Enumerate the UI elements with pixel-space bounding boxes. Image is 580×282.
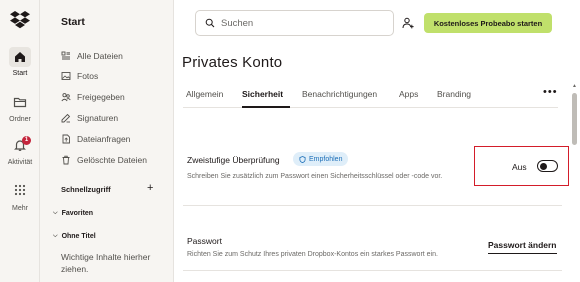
tab-sicherheit[interactable]: Sicherheit (242, 89, 283, 99)
password-title: Passwort (187, 236, 222, 246)
file-request-icon (62, 134, 70, 144)
sidebar-item-dateianfragen[interactable]: Dateianfragen (61, 132, 130, 146)
scroll-up-arrow-icon[interactable]: ▲ (572, 83, 577, 89)
password-description: Richten Sie zum Schutz Ihres privaten Dr… (187, 251, 438, 258)
two-step-toggle[interactable] (537, 160, 558, 172)
start-trial-button[interactable]: Kostenloses Probeabo starten (424, 13, 552, 33)
favorites-toggle[interactable]: ⌵ Favoriten (53, 210, 93, 217)
change-password-button[interactable]: Passwort ändern (488, 240, 557, 254)
sidebar-item-label: Dateianfragen (77, 134, 131, 144)
tab-benachrichtigungen[interactable]: Benachrichtigungen (302, 89, 377, 99)
drop-hint: Wichtige Inhalte hierher ziehen. (61, 252, 151, 274)
recommended-badge-label: Empfohlen (309, 155, 343, 163)
sidebar-item-label: Signaturen (77, 113, 119, 123)
rail-label-mehr: Mehr (12, 205, 28, 212)
tab-apps[interactable]: Apps (399, 89, 418, 99)
trash-icon (62, 155, 70, 165)
shield-icon (299, 155, 306, 163)
dropbox-logo-icon[interactable] (10, 9, 30, 29)
search-icon (205, 18, 215, 28)
recommended-badge: Empfohlen (293, 152, 349, 166)
sidebar-item-label: Alle Dateien (77, 51, 123, 61)
rail-item-mehr[interactable]: Mehr (0, 184, 40, 212)
untitled-label: Ohne Titel (61, 233, 96, 240)
home-icon (9, 47, 31, 67)
sidebar-item-geloeschte-dateien[interactable]: Gelöschte Dateien (61, 153, 147, 167)
rail-label-aktivitaet: Aktivität (7, 159, 33, 166)
search-box[interactable] (195, 10, 394, 36)
notification-badge: 1 (22, 136, 31, 145)
folder-icon (13, 95, 27, 109)
active-tab-indicator (242, 106, 290, 108)
sidebar-item-label: Freigegeben (77, 92, 125, 102)
scrollbar-thumb[interactable] (572, 93, 577, 145)
sidebar-item-freigegeben[interactable]: Freigegeben (61, 90, 125, 104)
files-icon (61, 51, 70, 60)
sidebar-title: Start (61, 16, 85, 28)
rail-item-ordner[interactable]: Ordner (0, 95, 40, 123)
add-person-icon[interactable] (402, 17, 414, 29)
app-rail: Start Ordner 1 Aktivität Mehr (0, 0, 40, 282)
favorites-label: Favoriten (61, 210, 94, 217)
sidebar-item-alle-dateien[interactable]: Alle Dateien (61, 49, 123, 63)
sidebar-item-fotos[interactable]: Fotos (61, 69, 98, 83)
sidebar-item-label: Gelöschte Dateien (77, 155, 147, 165)
two-step-toggle-label: Aus (512, 162, 527, 172)
shared-icon (61, 93, 71, 102)
sidebar: Start Alle Dateien Fotos Freigegeben Sig… (40, 0, 174, 282)
rail-item-aktivitaet[interactable]: 1 Aktivität (0, 136, 40, 166)
two-step-title: Zweistufige Überprüfung (187, 155, 280, 165)
settings-tabs: Allgemein Sicherheit Benachrichtigungen … (183, 84, 558, 108)
chevron-down-icon: ⌵ (53, 233, 58, 239)
search-input[interactable] (221, 17, 381, 29)
toggle-knob (540, 162, 547, 170)
tab-branding[interactable]: Branding (437, 89, 471, 99)
untitled-toggle[interactable]: ⌵ Ohne Titel (53, 233, 96, 240)
grid-icon (14, 184, 26, 196)
add-quick-access-icon[interactable]: + (147, 182, 153, 194)
quick-access-heading: Schnellzugriff (61, 185, 111, 194)
two-step-description: Schreiben Sie zusätzlich zum Passwort ei… (187, 173, 443, 180)
sidebar-item-signaturen[interactable]: Signaturen (61, 111, 118, 125)
rail-label-ordner: Ordner (9, 116, 31, 123)
photos-icon (61, 72, 71, 80)
rail-label-start: Start (12, 70, 28, 77)
tab-allgemein[interactable]: Allgemein (186, 89, 223, 99)
chevron-down-icon: ⌵ (53, 210, 58, 216)
signature-icon (61, 113, 71, 123)
page-title: Privates Konto (182, 54, 283, 71)
rail-item-start[interactable]: Start (0, 47, 40, 77)
divider (183, 205, 562, 206)
sidebar-item-label: Fotos (77, 71, 99, 81)
divider (183, 270, 562, 271)
more-options-icon[interactable]: ••• (543, 86, 558, 98)
